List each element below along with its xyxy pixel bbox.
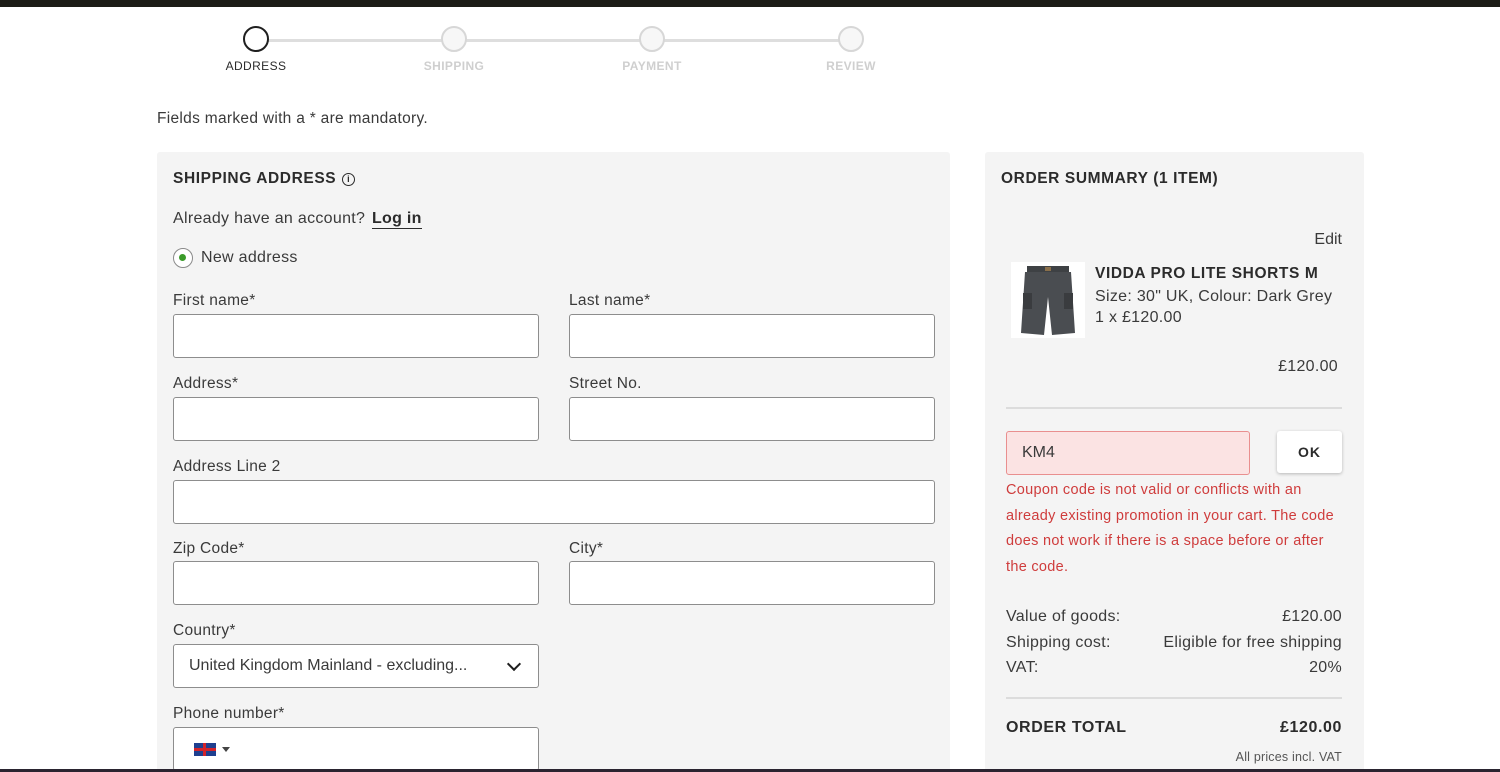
step-label: SHIPPING (423, 59, 485, 73)
goods-value: £120.00 (1282, 608, 1342, 625)
step-dot (243, 26, 269, 52)
product-details: Size: 30" UK, Colour: Dark Grey 1 x £120… (1095, 286, 1335, 328)
step-review: REVIEW (786, 26, 916, 73)
vat-value: 20% (1309, 659, 1342, 676)
step-label: PAYMENT (622, 59, 682, 73)
shipping-address-panel: SHIPPING ADDRESS i Already have an accou… (157, 152, 950, 772)
coupon-error-message: Coupon code is not valid or conflicts wi… (1006, 482, 1334, 575)
step-dot (639, 26, 665, 52)
product-size-colour: Size: 30" UK, Colour: Dark Grey (1095, 288, 1333, 305)
step-label: ADDRESS (225, 59, 287, 73)
uk-flag-icon[interactable] (194, 742, 216, 756)
vat-row: VAT: 20% (1006, 659, 1342, 677)
chevron-down-icon (506, 656, 522, 671)
step-payment: PAYMENT (587, 26, 717, 73)
radio-selected-icon[interactable] (173, 248, 193, 268)
mandatory-note: Fields marked with a * are mandatory. (157, 110, 428, 127)
divider (1006, 697, 1342, 699)
account-prompt-text: Already have an account? (173, 210, 366, 227)
divider (1006, 407, 1342, 409)
address-line2-field[interactable] (173, 480, 935, 524)
step-shipping: SHIPPING (389, 26, 519, 73)
last-name-field[interactable] (569, 314, 935, 358)
new-address-option[interactable]: New address (173, 248, 298, 268)
login-link[interactable]: Log in (371, 210, 422, 229)
street-no-field[interactable] (569, 397, 935, 441)
step-dot (441, 26, 467, 52)
country-label: Country* (173, 622, 236, 639)
edit-link[interactable]: Edit (1314, 231, 1342, 249)
country-select[interactable]: United Kingdom Mainland - excluding... (173, 644, 539, 688)
value-of-goods-row: Value of goods: £120.00 (1006, 608, 1342, 626)
section-title-text: SHIPPING ADDRESS (173, 170, 337, 187)
account-prompt: Already have an account? Log in (173, 210, 422, 229)
product-qty-price: 1 x £120.00 (1095, 309, 1182, 326)
phone-label: Phone number* (173, 705, 285, 722)
checkout-stepper: ADDRESS SHIPPING PAYMENT REVIEW (180, 26, 930, 76)
order-total-value: £120.00 (1279, 719, 1342, 736)
address-label: Address* (173, 375, 239, 392)
first-name-field[interactable] (173, 314, 539, 358)
order-total-label: ORDER TOTAL (1006, 719, 1127, 736)
info-icon[interactable]: i (342, 172, 356, 186)
vat-label: VAT: (1006, 659, 1039, 676)
shipping-address-title: SHIPPING ADDRESS i (173, 170, 356, 188)
zip-code-label: Zip Code* (173, 540, 245, 557)
zip-code-field[interactable] (173, 561, 539, 605)
first-name-label: First name* (173, 292, 256, 309)
step-dot (838, 26, 864, 52)
new-address-label: New address (201, 249, 298, 266)
coupon-input[interactable]: KM4 (1006, 431, 1250, 475)
coupon-ok-button[interactable]: OK (1277, 431, 1342, 473)
address-line2-label: Address Line 2 (173, 458, 281, 475)
stepper-line (258, 39, 852, 42)
phone-field[interactable] (173, 727, 539, 771)
vat-note: All prices incl. VAT (1235, 750, 1342, 764)
shipping-cost-label: Shipping cost: (1006, 634, 1111, 651)
city-label: City* (569, 540, 604, 557)
order-summary-panel: ORDER SUMMARY (1 ITEM) Edit VIDDA PRO LI… (985, 152, 1364, 772)
step-address: ADDRESS (191, 26, 321, 73)
product-image[interactable] (1011, 262, 1085, 338)
last-name-label: Last name* (569, 292, 651, 309)
address-field[interactable] (173, 397, 539, 441)
shipping-cost-value: Eligible for free shipping (1163, 634, 1342, 651)
shorts-image-icon (1021, 266, 1075, 335)
step-label: REVIEW (826, 59, 876, 73)
goods-label: Value of goods: (1006, 608, 1121, 625)
city-field[interactable] (569, 561, 935, 605)
product-name: VIDDA PRO LITE SHORTS M (1095, 265, 1319, 282)
shipping-cost-row: Shipping cost: Eligible for free shippin… (1006, 634, 1342, 652)
street-no-label: Street No. (569, 375, 642, 392)
product-line-total: £120.00 (1278, 358, 1338, 375)
country-select-value: United Kingdom Mainland - excluding... (189, 657, 468, 674)
order-total-row: ORDER TOTAL £120.00 (1006, 719, 1342, 737)
caret-down-icon[interactable] (222, 746, 230, 752)
order-summary-title: ORDER SUMMARY (1 ITEM) (1001, 170, 1219, 187)
top-bar (0, 0, 1500, 7)
